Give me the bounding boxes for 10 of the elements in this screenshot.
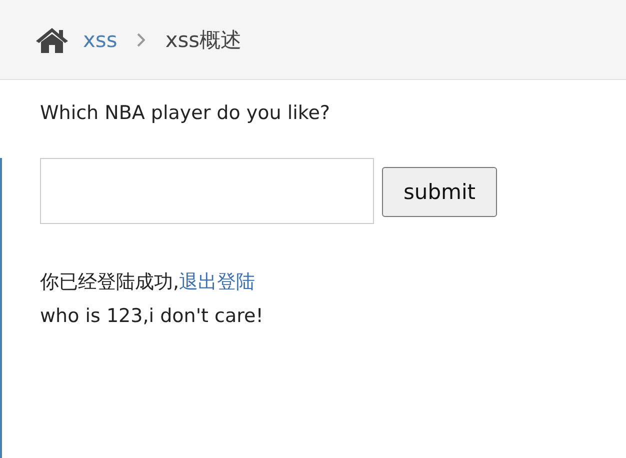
result-text: who is 123,i don't care! (40, 304, 264, 329)
input-field[interactable] (40, 158, 374, 224)
chevron-icon (137, 32, 146, 46)
submit-button[interactable]: submit (382, 167, 497, 217)
breadcrumb-current: xss概述 (165, 26, 242, 54)
status-text: 你已经登陆成功, (40, 271, 180, 293)
question-text: Which NBA player do you like? (40, 102, 330, 124)
breadcrumb-link[interactable]: xss (83, 28, 118, 52)
home-icon[interactable] (35, 26, 69, 52)
logout-link[interactable]: 退出登陆 (179, 271, 256, 293)
